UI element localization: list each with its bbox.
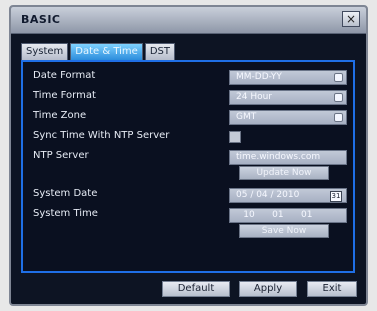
sync-ntp-checkbox[interactable] [229, 131, 241, 143]
settings-window: BASIC × System Date & Time DST Date Form… [9, 5, 368, 306]
date-format-row: Date Format MM-DD-YY [29, 68, 347, 87]
time-zone-label: Time Zone [33, 110, 87, 121]
footer-bar: Default Apply Exit [11, 270, 366, 304]
tab-dst[interactable]: DST [144, 43, 175, 60]
window-title: BASIC [21, 13, 61, 26]
exit-button[interactable]: Exit [307, 281, 357, 297]
ntp-server-label: NTP Server [33, 150, 89, 161]
default-button[interactable]: Default [162, 281, 230, 297]
system-time-input[interactable]: 10 01 01 [229, 208, 347, 223]
tab-bar: System Date & Time DST [21, 43, 177, 60]
tab-date-time[interactable]: Date & Time [70, 43, 143, 60]
time-zone-select[interactable]: GMT [229, 110, 347, 125]
ntp-server-row: NTP Server time.windows.com [29, 148, 347, 167]
tab-system[interactable]: System [21, 43, 69, 60]
time-format-select[interactable]: 24 Hour [229, 90, 347, 105]
time-minute[interactable]: 01 [265, 209, 291, 222]
apply-button[interactable]: Apply [239, 281, 297, 297]
sync-ntp-label: Sync Time With NTP Server [33, 130, 170, 141]
title-bar: BASIC × [11, 7, 366, 34]
time-hour[interactable]: 10 [236, 209, 262, 222]
save-now-row: Save Now [29, 224, 347, 243]
system-date-row: System Date 05 / 04 / 2010 31 [29, 186, 347, 205]
update-now-row: Update Now [29, 166, 347, 185]
date-format-select[interactable]: MM-DD-YY [229, 70, 347, 85]
date-time-panel: Date Format MM-DD-YY Time Format 24 Hour… [21, 60, 355, 273]
update-now-button[interactable]: Update Now [239, 166, 329, 180]
system-date-input[interactable]: 05 / 04 / 2010 31 [229, 188, 347, 203]
ntp-server-input[interactable]: time.windows.com [229, 150, 347, 165]
system-date-value: 05 / 04 / 2010 [236, 190, 300, 200]
system-date-label: System Date [33, 188, 98, 199]
save-now-button[interactable]: Save Now [239, 224, 329, 238]
system-time-label: System Time [33, 208, 98, 219]
sync-ntp-row: Sync Time With NTP Server [29, 128, 347, 147]
time-second[interactable]: 01 [294, 209, 320, 222]
date-format-label: Date Format [33, 70, 96, 81]
time-format-label: Time Format [33, 90, 96, 101]
calendar-icon[interactable]: 31 [330, 191, 342, 202]
time-zone-row: Time Zone GMT [29, 108, 347, 127]
time-format-row: Time Format 24 Hour [29, 88, 347, 107]
close-icon[interactable]: × [342, 11, 360, 27]
system-time-row: System Time 10 01 01 [29, 206, 347, 225]
